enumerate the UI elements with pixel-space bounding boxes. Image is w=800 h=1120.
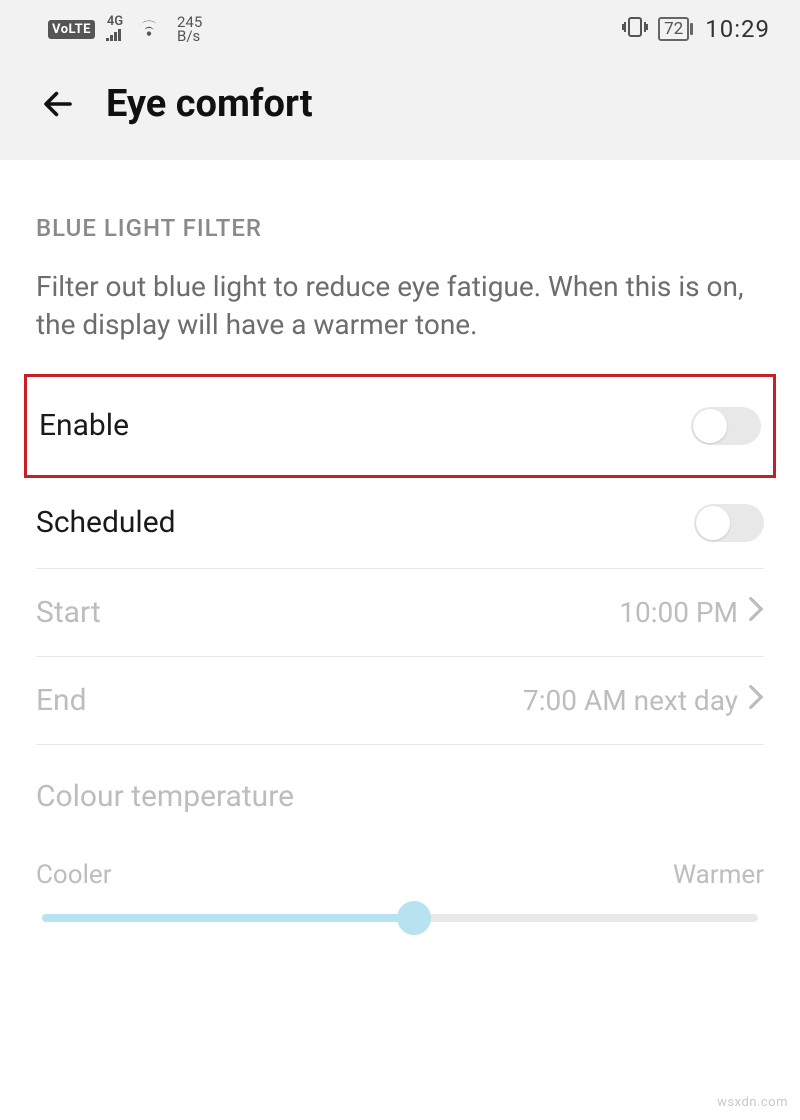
enable-toggle[interactable]	[691, 407, 761, 445]
status-right: 72 10:29	[622, 15, 770, 44]
scheduled-label: Scheduled	[36, 505, 176, 540]
slider-fill	[42, 914, 414, 922]
mobile-signal-icon: 4G	[105, 16, 125, 42]
slider-left-label: Cooler	[36, 860, 112, 890]
volte-icon: VoLTE	[48, 20, 95, 39]
chevron-right-icon	[748, 595, 764, 630]
section-description: Filter out blue light to reduce eye fati…	[36, 268, 764, 374]
enable-row[interactable]: Enable	[39, 377, 761, 475]
end-value: 7:00 AM next day	[523, 684, 738, 717]
start-label: Start	[36, 595, 101, 630]
start-row[interactable]: Start 10:00 PM	[36, 569, 764, 657]
enable-label: Enable	[39, 408, 129, 443]
status-bar: VoLTE 4G 245 B/s 72 10:29	[0, 0, 800, 58]
colour-temperature-section: Colour temperature Cooler Warmer	[36, 745, 764, 922]
start-value: 10:00 PM	[619, 596, 738, 629]
battery-icon: 72	[658, 17, 689, 41]
end-row[interactable]: End 7:00 AM next day	[36, 657, 764, 745]
header: Eye comfort	[0, 58, 800, 160]
end-label: End	[36, 683, 87, 718]
scheduled-row[interactable]: Scheduled	[36, 478, 764, 569]
back-button[interactable]	[38, 84, 78, 124]
watermark: wsxdn.com	[717, 1095, 788, 1110]
page-title: Eye comfort	[106, 82, 313, 126]
status-left: VoLTE 4G 245 B/s	[48, 15, 202, 44]
section-header: BLUE LIGHT FILTER	[36, 160, 764, 268]
slider-thumb[interactable]	[397, 901, 431, 935]
data-rate: 245 B/s	[177, 15, 202, 44]
scheduled-toggle[interactable]	[694, 504, 764, 542]
slider-labels: Cooler Warmer	[36, 860, 764, 914]
toggle-knob	[696, 506, 730, 540]
toggle-knob	[693, 409, 727, 443]
colour-temperature-label: Colour temperature	[36, 779, 764, 860]
chevron-right-icon	[748, 683, 764, 718]
slider-right-label: Warmer	[673, 860, 764, 890]
content: BLUE LIGHT FILTER Filter out blue light …	[0, 160, 800, 922]
arrow-left-icon	[40, 86, 76, 122]
vibrate-icon	[622, 15, 648, 44]
wifi-icon	[135, 16, 163, 43]
status-time: 10:29	[705, 15, 770, 43]
enable-highlight: Enable	[24, 374, 776, 478]
colour-temperature-slider[interactable]	[42, 914, 758, 922]
